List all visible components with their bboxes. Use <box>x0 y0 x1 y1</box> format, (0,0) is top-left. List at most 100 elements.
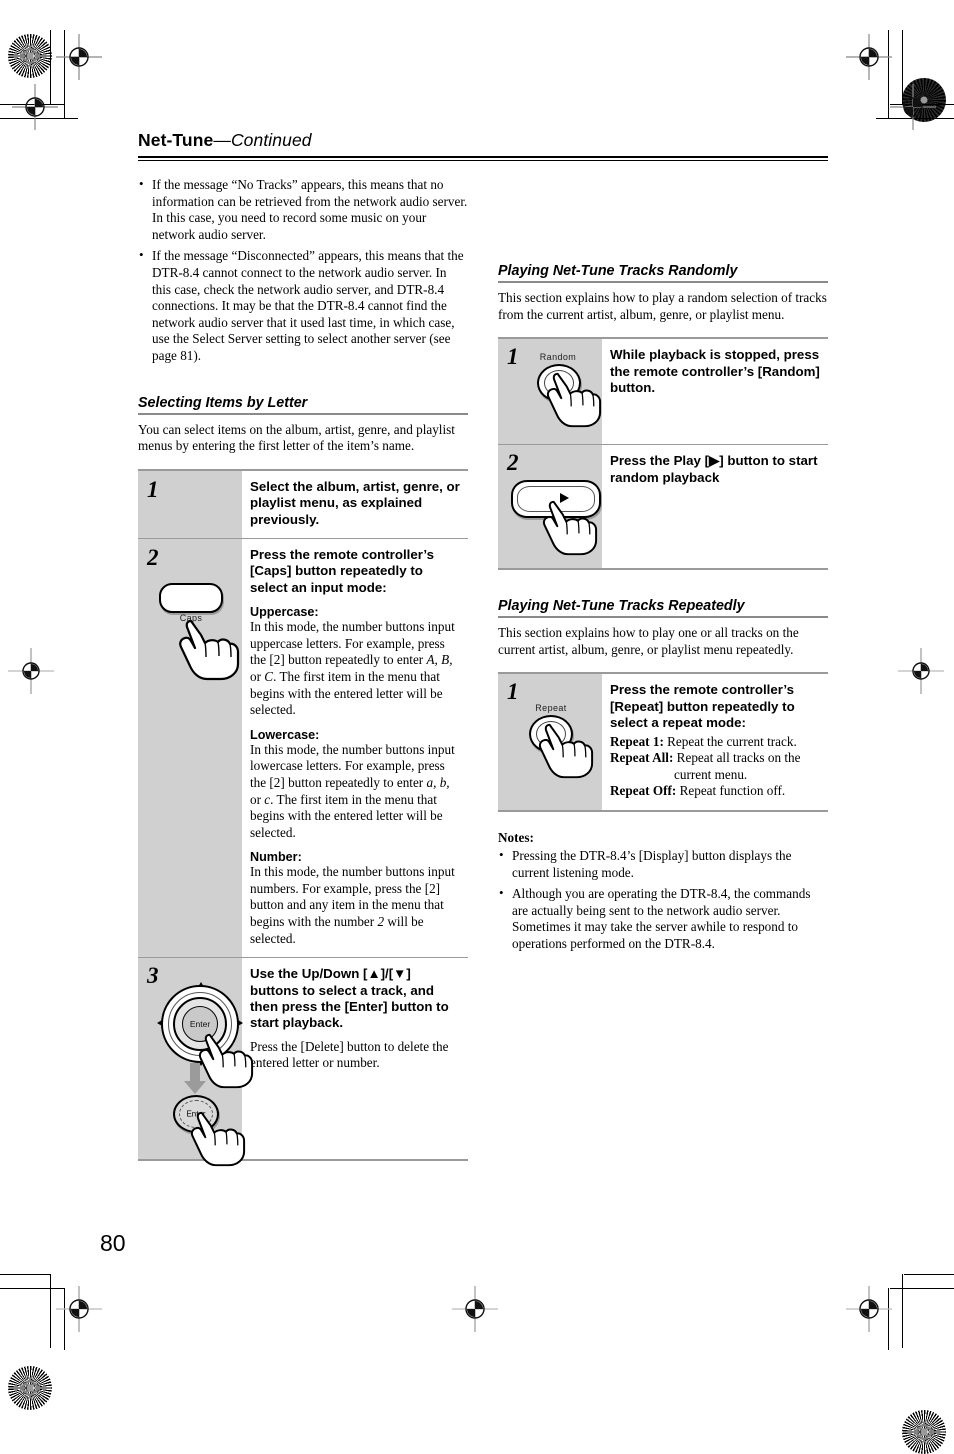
section-lead-text: You can select items on the album, artis… <box>138 421 455 454</box>
mode-label-number: Number: <box>250 850 302 865</box>
page-title: Net-Tune—Continued <box>138 130 828 155</box>
jog-wheel-illustration: Enter Enter <box>147 971 254 1167</box>
text-part: A, B, <box>426 652 453 668</box>
pointing-hand-icon <box>535 723 595 779</box>
table-row: 1 Repeat Press the remote controller’s [… <box>498 673 828 811</box>
crop-line <box>50 1274 52 1348</box>
header-rule <box>138 156 828 161</box>
registration-starburst-top-left <box>8 34 52 78</box>
step-title: Use the Up/Down [▲]/[▼] buttons to selec… <box>250 966 449 1031</box>
section-heading-repeat: Playing Net-Tune Tracks Repeatedly <box>498 598 745 615</box>
steps-table-random: 1 Random While playback is stopped, pres… <box>498 337 828 571</box>
pointing-hand-icon <box>543 372 603 428</box>
list-item: If the message “No Tracks” appears, this… <box>138 176 468 243</box>
step-extra-text: Press the [Delete] button to delete the … <box>250 1038 449 1071</box>
right-column: Playing Net-Tune Tracks Randomly This se… <box>498 177 828 1161</box>
section-heading-selecting-items: Selecting Items by Letter <box>138 394 308 411</box>
repeat-mode-desc: Repeat all tracks on the <box>673 750 801 766</box>
registration-cross <box>56 34 102 80</box>
left-column: If the message “No Tracks” appears, this… <box>138 176 468 1167</box>
table-row: 1 Random While playback is stopped, pres… <box>498 338 828 445</box>
notes-list: Pressing the DTR-8.4’s [Display] button … <box>498 847 828 953</box>
random-button-label: Random <box>539 352 577 363</box>
list-item: Pressing the DTR-8.4’s [Display] button … <box>498 847 828 881</box>
random-button-illustration: Random <box>507 352 602 434</box>
enter-label: Enter <box>189 1019 211 1030</box>
repeat-mode-label: Repeat 1: <box>610 733 664 749</box>
pointing-hand-icon <box>539 500 599 556</box>
step-body-cell: Press the remote controller’s [Repeat] b… <box>602 673 828 811</box>
intro-bullet-list: If the message “No Tracks” appears, this… <box>138 176 468 365</box>
step-body-cell: Press the remote controller’s [Caps] but… <box>242 537 468 958</box>
mode-text-lowercase: In this mode, the number buttons input l… <box>250 742 462 842</box>
registration-starburst-bottom-left <box>8 1366 52 1410</box>
play-button-illustration <box>507 458 602 558</box>
registration-cross <box>452 1286 498 1332</box>
crop-line <box>890 1288 954 1290</box>
table-row: 2 Press the Play [▶] button to start ran… <box>498 444 828 570</box>
text-part: or <box>250 668 265 684</box>
repeat-button-illustration: Repeat <box>507 687 602 797</box>
section-heading-random: Playing Net-Tune Tracks Randomly <box>498 263 738 279</box>
step-number: 2 <box>147 544 159 570</box>
text-part: . The first item in the menu that begins… <box>250 668 443 718</box>
left-arrow-icon <box>157 1020 162 1027</box>
list-item: If the message “Disconnected” appears, t… <box>138 247 468 364</box>
step-title: Select the album, artist, genre, or play… <box>250 478 460 527</box>
registration-cross <box>898 648 944 694</box>
section-rule <box>498 616 828 619</box>
up-arrow-icon <box>198 982 204 988</box>
step-title: While playback is stopped, press the rem… <box>610 347 820 395</box>
section-rule <box>498 281 828 283</box>
step-number-cell: 1 Repeat <box>498 673 602 811</box>
page-number: 80 <box>100 1230 126 1256</box>
repeat-button-label: Repeat <box>535 703 567 714</box>
mode-text-uppercase: In this mode, the number buttons input u… <box>250 619 462 719</box>
crop-line <box>0 1288 64 1290</box>
table-row: 3 Enter Enter Use the Up/Down [▲]/[▼] bu… <box>138 957 468 1167</box>
page-title-continued: —Continued <box>213 130 312 150</box>
repeat-mode-off: Repeat Off: Repeat function off. <box>610 783 822 800</box>
pointing-hand-icon <box>187 1111 247 1167</box>
step-number-cell: 1 <box>138 469 242 539</box>
section-rule <box>138 412 468 415</box>
text-part: In this mode, the number buttons input u… <box>250 619 455 668</box>
repeat-mode-label: Repeat All: <box>610 750 674 766</box>
notes-heading: Notes: <box>498 829 534 845</box>
step-title: Press the Play [▶] button to start rando… <box>610 453 818 485</box>
registration-cross <box>8 648 54 694</box>
repeat-mode-desc: Repeat function off. <box>676 783 786 799</box>
section-lead-text: This section explains how to play a rand… <box>498 290 827 322</box>
list-item: Although you are operating the DTR-8.4, … <box>498 885 828 952</box>
repeat-mode-desc: Repeat the current track. <box>663 733 797 749</box>
crop-line <box>0 1274 50 1276</box>
section-lead-text: This section explains how to play one or… <box>498 625 799 657</box>
table-row: 1 Select the album, artist, genre, or pl… <box>138 469 468 539</box>
registration-cross <box>56 1286 102 1332</box>
mode-label-lowercase: Lowercase: <box>250 727 320 742</box>
page-canvas: Net-Tune—Continued If the message “No Tr… <box>0 0 954 1454</box>
steps-table-selecting-items: 1 Select the album, artist, genre, or pl… <box>138 468 468 1167</box>
notes-section: Notes: Pressing the DTR-8.4’s [Display] … <box>498 830 828 953</box>
step-body-cell: Use the Up/Down [▲]/[▼] buttons to selec… <box>242 957 468 1161</box>
repeat-modes-list: Repeat 1: Repeat the current track. Repe… <box>610 734 822 800</box>
text-part: In this mode, the number buttons input n… <box>250 864 455 930</box>
text-part: a, b, <box>426 774 450 790</box>
step-number-cell: 2 <box>498 444 602 570</box>
mode-label-uppercase: Uppercase: <box>250 605 319 620</box>
registration-starburst-bottom-right <box>902 1410 946 1454</box>
repeat-mode-1: Repeat 1: Repeat the current track. <box>610 734 822 751</box>
step-number-cell: 1 Random <box>498 338 602 445</box>
repeat-mode-label: Repeat Off: <box>610 783 677 799</box>
step-body-cell: While playback is stopped, press the rem… <box>602 338 828 445</box>
pointing-hand-icon <box>175 619 241 681</box>
step-number: 1 <box>147 476 159 502</box>
repeat-mode-all: Repeat All: Repeat all tracks on the <box>610 750 822 767</box>
step-title: Press the remote controller’s [Repeat] b… <box>610 682 795 731</box>
pointing-hand-icon <box>195 1033 255 1089</box>
registration-cross <box>12 84 58 130</box>
registration-cross <box>846 1286 892 1332</box>
step-body-cell: Select the album, artist, genre, or play… <box>242 469 468 539</box>
step-title: Press the remote controller’s [Caps] but… <box>250 546 435 595</box>
page-content: Net-Tune—Continued If the message “No Tr… <box>138 130 828 1167</box>
